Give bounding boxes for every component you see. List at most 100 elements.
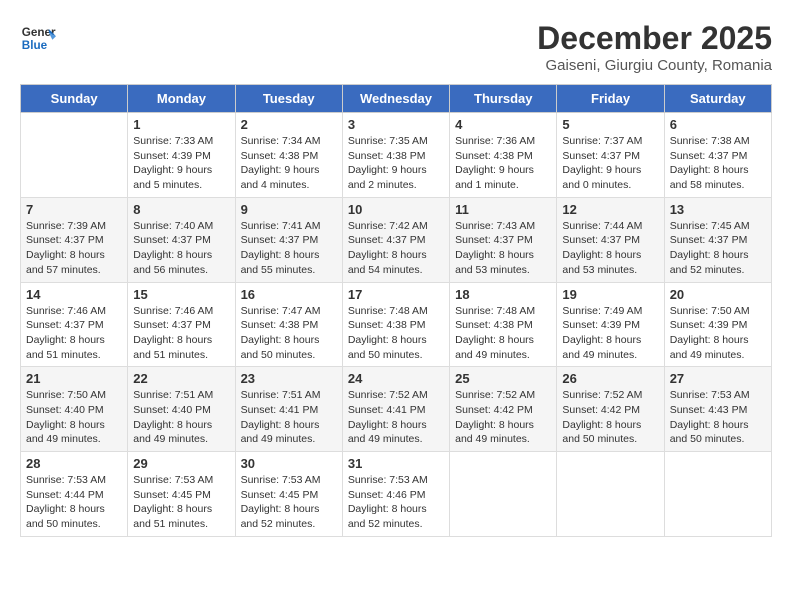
day-number: 13 (670, 202, 766, 217)
title-area: December 2025 Gaiseni, Giurgiu County, R… (537, 20, 772, 74)
calendar-cell (450, 452, 557, 537)
day-info: Sunrise: 7:53 AM Sunset: 4:45 PM Dayligh… (241, 473, 337, 532)
calendar-cell: 22Sunrise: 7:51 AM Sunset: 4:40 PM Dayli… (128, 367, 235, 452)
calendar-cell: 12 Sunrise: 7:44 AM Sunset: 4:37 PM Dayli… (557, 197, 664, 282)
week-row-1: 1Sunrise: 7:33 AM Sunset: 4:39 PM Daylig… (21, 113, 772, 198)
calendar-cell (557, 452, 664, 537)
day-info: Sunrise: 7:45 AM Sunset: 4:37 PM Dayligh… (670, 219, 766, 278)
day-number: 31 (348, 456, 444, 471)
calendar-cell (664, 452, 771, 537)
calendar-cell: 3Sunrise: 7:35 AM Sunset: 4:38 PM Daylig… (342, 113, 449, 198)
calendar-cell: 15 Sunrise: 7:46 AM Sunset: 4:37 PM Dayli… (128, 282, 235, 367)
day-header-thursday: Thursday (450, 85, 557, 113)
calendar-cell: 4 Sunrise: 7:36 AM Sunset: 4:38 PM Daylig… (450, 113, 557, 198)
calendar-cell: 14Sunrise: 7:46 AM Sunset: 4:37 PM Dayli… (21, 282, 128, 367)
calendar-cell: 24 Sunrise: 7:52 AM Sunset: 4:41 PM Dayli… (342, 367, 449, 452)
day-number: 15 (133, 287, 229, 302)
calendar-cell: 21Sunrise: 7:50 AM Sunset: 4:40 PM Dayli… (21, 367, 128, 452)
day-number: 28 (26, 456, 122, 471)
day-info: Sunrise: 7:53 AM Sunset: 4:46 PM Dayligh… (348, 473, 444, 532)
calendar-cell: 7 Sunrise: 7:39 AM Sunset: 4:37 PM Daylig… (21, 197, 128, 282)
calendar-cell: 29Sunrise: 7:53 AM Sunset: 4:45 PM Dayli… (128, 452, 235, 537)
day-number: 17 (348, 287, 444, 302)
day-info: Sunrise: 7:52 AM Sunset: 4:42 PM Dayligh… (455, 388, 551, 447)
day-number: 6 (670, 117, 766, 132)
day-info: Sunrise: 7:39 AM Sunset: 4:37 PM Dayligh… (26, 219, 122, 278)
calendar-table: SundayMondayTuesdayWednesdayThursdayFrid… (20, 84, 772, 537)
calendar-cell: 28 Sunrise: 7:53 AM Sunset: 4:44 PM Dayli… (21, 452, 128, 537)
day-header-saturday: Saturday (664, 85, 771, 113)
calendar-cell: 30 Sunrise: 7:53 AM Sunset: 4:45 PM Dayli… (235, 452, 342, 537)
day-number: 27 (670, 371, 766, 386)
logo-icon: General Blue (20, 20, 56, 56)
day-number: 16 (241, 287, 337, 302)
calendar-body: 1Sunrise: 7:33 AM Sunset: 4:39 PM Daylig… (21, 113, 772, 537)
calendar-cell: 10Sunrise: 7:42 AM Sunset: 4:37 PM Dayli… (342, 197, 449, 282)
week-row-2: 7 Sunrise: 7:39 AM Sunset: 4:37 PM Daylig… (21, 197, 772, 282)
day-info: Sunrise: 7:50 AM Sunset: 4:40 PM Dayligh… (26, 388, 122, 447)
header: General Blue December 2025 Gaiseni, Giur… (20, 20, 772, 74)
calendar-cell: 1Sunrise: 7:33 AM Sunset: 4:39 PM Daylig… (128, 113, 235, 198)
day-number: 26 (562, 371, 658, 386)
day-number: 10 (348, 202, 444, 217)
calendar-header-row: SundayMondayTuesdayWednesdayThursdayFrid… (21, 85, 772, 113)
day-info: Sunrise: 7:53 AM Sunset: 4:44 PM Dayligh… (26, 473, 122, 532)
day-info: Sunrise: 7:50 AM Sunset: 4:39 PM Dayligh… (670, 304, 766, 363)
day-header-sunday: Sunday (21, 85, 128, 113)
day-number: 19 (562, 287, 658, 302)
day-number: 24 (348, 371, 444, 386)
day-info: Sunrise: 7:35 AM Sunset: 4:38 PM Dayligh… (348, 134, 444, 193)
day-info: Sunrise: 7:53 AM Sunset: 4:43 PM Dayligh… (670, 388, 766, 447)
calendar-cell: 18Sunrise: 7:48 AM Sunset: 4:38 PM Dayli… (450, 282, 557, 367)
logo: General Blue (20, 20, 56, 56)
day-number: 7 (26, 202, 122, 217)
day-info: Sunrise: 7:41 AM Sunset: 4:37 PM Dayligh… (241, 219, 337, 278)
day-info: Sunrise: 7:47 AM Sunset: 4:38 PM Dayligh… (241, 304, 337, 363)
calendar-cell: 23Sunrise: 7:51 AM Sunset: 4:41 PM Dayli… (235, 367, 342, 452)
calendar-cell: 11Sunrise: 7:43 AM Sunset: 4:37 PM Dayli… (450, 197, 557, 282)
calendar-cell: 5 Sunrise: 7:37 AM Sunset: 4:37 PM Daylig… (557, 113, 664, 198)
svg-text:Blue: Blue (22, 39, 48, 52)
day-number: 23 (241, 371, 337, 386)
day-header-friday: Friday (557, 85, 664, 113)
calendar-cell: 2 Sunrise: 7:34 AM Sunset: 4:38 PM Daylig… (235, 113, 342, 198)
day-info: Sunrise: 7:34 AM Sunset: 4:38 PM Dayligh… (241, 134, 337, 193)
day-number: 5 (562, 117, 658, 132)
day-number: 29 (133, 456, 229, 471)
calendar-cell: 9 Sunrise: 7:41 AM Sunset: 4:37 PM Daylig… (235, 197, 342, 282)
day-number: 14 (26, 287, 122, 302)
calendar-cell: 8 Sunrise: 7:40 AM Sunset: 4:37 PM Daylig… (128, 197, 235, 282)
day-info: Sunrise: 7:48 AM Sunset: 4:38 PM Dayligh… (348, 304, 444, 363)
day-info: Sunrise: 7:40 AM Sunset: 4:37 PM Dayligh… (133, 219, 229, 278)
day-number: 9 (241, 202, 337, 217)
day-number: 11 (455, 202, 551, 217)
calendar-cell: 6Sunrise: 7:38 AM Sunset: 4:37 PM Daylig… (664, 113, 771, 198)
day-info: Sunrise: 7:52 AM Sunset: 4:41 PM Dayligh… (348, 388, 444, 447)
calendar-cell (21, 113, 128, 198)
week-row-3: 14 Sunrise: 7:46 AM Sunset: 4:37 PM Dayli… (21, 282, 772, 367)
calendar-cell: 26 Sunrise: 7:52 AM Sunset: 4:42 PM Dayli… (557, 367, 664, 452)
calendar-cell: 13 Sunrise: 7:45 AM Sunset: 4:37 PM Dayli… (664, 197, 771, 282)
day-number: 1 (133, 117, 229, 132)
calendar-cell: 31 Sunrise: 7:53 AM Sunset: 4:46 PM Dayli… (342, 452, 449, 537)
day-number: 4 (455, 117, 551, 132)
calendar-cell: 25 Sunrise: 7:52 AM Sunset: 4:42 PM Dayli… (450, 367, 557, 452)
day-info: Sunrise: 7:46 AM Sunset: 4:37 PM Dayligh… (133, 304, 229, 363)
day-info: Sunrise: 7:37 AM Sunset: 4:37 PM Dayligh… (562, 134, 658, 193)
day-info: Sunrise: 7:44 AM Sunset: 4:37 PM Dayligh… (562, 219, 658, 278)
day-info: Sunrise: 7:49 AM Sunset: 4:39 PM Dayligh… (562, 304, 658, 363)
calendar-cell: 27 Sunrise: 7:53 AM Sunset: 4:43 PM Dayli… (664, 367, 771, 452)
day-number: 22 (133, 371, 229, 386)
subtitle: Gaiseni, Giurgiu County, Romania (537, 57, 772, 74)
day-info: Sunrise: 7:52 AM Sunset: 4:42 PM Dayligh… (562, 388, 658, 447)
main-title: December 2025 (537, 20, 772, 57)
day-number: 2 (241, 117, 337, 132)
calendar-cell: 16 Sunrise: 7:47 AM Sunset: 4:38 PM Dayli… (235, 282, 342, 367)
week-row-5: 28 Sunrise: 7:53 AM Sunset: 4:44 PM Dayli… (21, 452, 772, 537)
day-number: 25 (455, 371, 551, 386)
day-number: 30 (241, 456, 337, 471)
day-header-tuesday: Tuesday (235, 85, 342, 113)
day-info: Sunrise: 7:36 AM Sunset: 4:38 PM Dayligh… (455, 134, 551, 193)
day-number: 12 (562, 202, 658, 217)
day-number: 8 (133, 202, 229, 217)
